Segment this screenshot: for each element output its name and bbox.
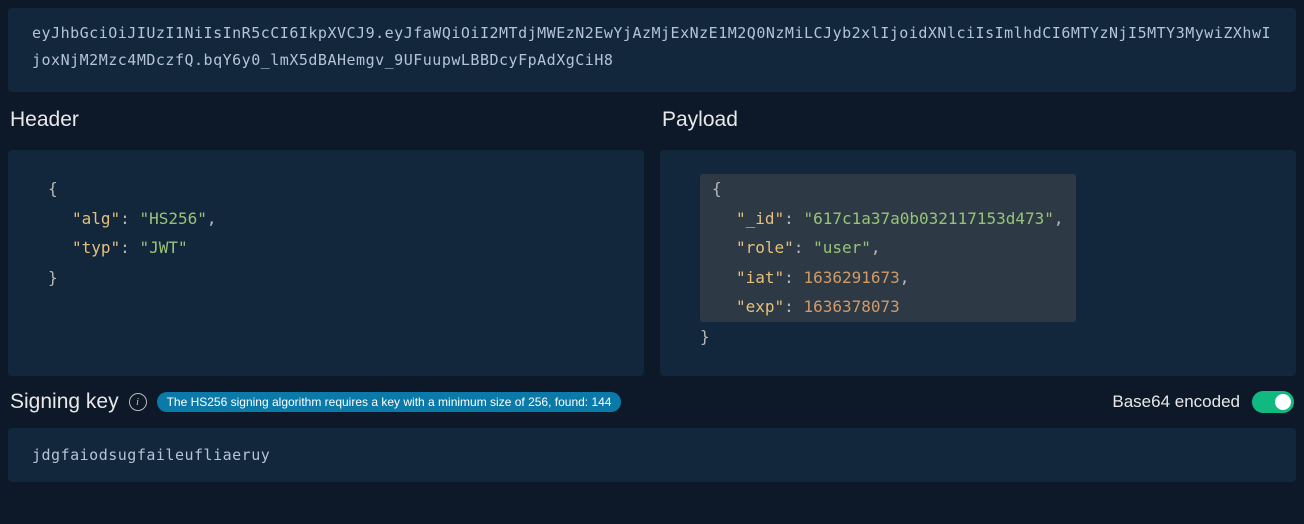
json-number: 1636291673: [803, 268, 899, 287]
brace-open: {: [712, 179, 722, 198]
base64-toggle[interactable]: [1252, 391, 1294, 413]
signing-key-input[interactable]: jdgfaiodsugfaileufliaeruy: [8, 428, 1296, 482]
json-number: 1636378073: [803, 297, 899, 316]
brace-close: }: [700, 327, 710, 346]
header-code-box[interactable]: { "alg": "HS256", "typ": "JWT" }: [8, 150, 644, 376]
colon: :: [794, 238, 813, 257]
json-key: "alg": [72, 209, 120, 228]
payload-section-title: Payload: [660, 108, 1296, 132]
signing-warning-badge: The HS256 signing algorithm requires a k…: [157, 392, 622, 412]
colon: :: [784, 268, 803, 287]
info-icon[interactable]: i: [129, 393, 147, 411]
json-string: "user": [813, 238, 871, 257]
comma: ,: [207, 209, 217, 228]
brace-open: {: [48, 179, 58, 198]
json-key: "_id": [736, 209, 784, 228]
colon: :: [784, 297, 803, 316]
comma: ,: [871, 238, 881, 257]
json-string: "617c1a37a0b032117153d473": [803, 209, 1053, 228]
payload-highlight: { "_id": "617c1a37a0b032117153d473", "ro…: [700, 174, 1076, 322]
colon: :: [120, 209, 139, 228]
comma: ,: [1054, 209, 1064, 228]
jwt-token-display[interactable]: eyJhbGciOiJIUzI1NiIsInR5cCI6IkpXVCJ9.eyJ…: [8, 8, 1296, 92]
json-key: "typ": [72, 238, 120, 257]
colon: :: [120, 238, 139, 257]
json-key: "exp": [736, 297, 784, 316]
json-string: "HS256": [139, 209, 206, 228]
json-string: "JWT": [139, 238, 187, 257]
json-key: "iat": [736, 268, 784, 287]
payload-code-box[interactable]: { "_id": "617c1a37a0b032117153d473", "ro…: [660, 150, 1296, 376]
toggle-knob: [1275, 394, 1291, 410]
brace-close: }: [48, 268, 58, 287]
json-key: "role": [736, 238, 794, 257]
colon: :: [784, 209, 803, 228]
signing-key-title: Signing key: [10, 390, 119, 414]
base64-toggle-label: Base64 encoded: [1112, 392, 1240, 412]
header-section-title: Header: [8, 108, 644, 132]
comma: ,: [900, 268, 910, 287]
